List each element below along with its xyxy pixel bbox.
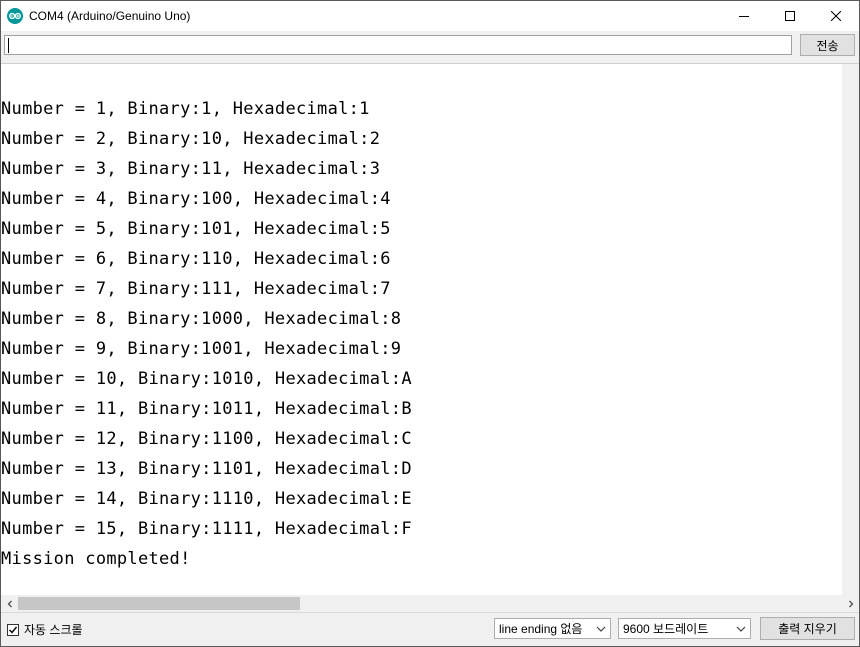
output-line: Number = 15, Binary:1111, Hexadecimal:F [1, 519, 412, 539]
minimize-button[interactable] [721, 1, 767, 31]
output-line: Number = 3, Binary:11, Hexadecimal:3 [1, 159, 381, 179]
output-line: Number = 5, Binary:101, Hexadecimal:5 [1, 219, 391, 239]
text-caret [8, 38, 9, 53]
output-line: Number = 14, Binary:1110, Hexadecimal:E [1, 489, 412, 509]
vertical-scroll-track[interactable] [842, 64, 859, 596]
line-ending-select[interactable]: line ending 없음 [494, 618, 611, 639]
baud-rate-value: 9600 보드레이트 [623, 622, 709, 636]
output-line: Number = 8, Binary:1000, Hexadecimal:8 [1, 309, 402, 329]
clear-output-button[interactable]: 출력 지우기 [760, 617, 855, 640]
close-icon [831, 11, 841, 21]
autoscroll-label: 자동 스크롤 [24, 623, 83, 637]
output-line: Number = 9, Binary:1001, Hexadecimal:9 [1, 339, 402, 359]
chevron-right-icon [848, 600, 853, 607]
output-line: Number = 10, Binary:1010, Hexadecimal:A [1, 369, 412, 389]
autoscroll-toggle[interactable]: 자동 스크롤 [7, 621, 83, 638]
send-row: 전송 [1, 31, 859, 63]
serial-monitor-window: COM4 (Arduino/Genuino Uno) 전송 Number = 1… [0, 0, 860, 647]
output-line: Mission completed! [1, 549, 191, 569]
output-line: Number = 12, Binary:1100, Hexadecimal:C [1, 429, 412, 449]
close-button[interactable] [813, 1, 859, 31]
bottom-toolbar: 자동 스크롤 line ending 없음 9600 보드레이트 출력 지우기 [1, 612, 859, 646]
maximize-icon [785, 11, 795, 21]
chevron-down-icon [596, 626, 606, 632]
title-bar[interactable]: COM4 (Arduino/Genuino Uno) [1, 1, 859, 31]
arduino-logo-icon [7, 8, 23, 24]
checkmark-icon [9, 626, 18, 634]
send-button[interactable]: 전송 [800, 34, 855, 56]
horizontal-scrollbar[interactable] [1, 595, 859, 612]
output-line: Number = 1, Binary:1, Hexadecimal:1 [1, 99, 370, 119]
minimize-icon [739, 16, 749, 17]
output-line: Number = 11, Binary:1011, Hexadecimal:B [1, 399, 412, 419]
scrollbar-thumb[interactable] [18, 597, 300, 610]
serial-output[interactable]: Number = 1, Binary:1, Hexadecimal:1 Numb… [1, 63, 859, 596]
scroll-left-button[interactable] [1, 595, 18, 612]
baud-rate-select[interactable]: 9600 보드레이트 [618, 618, 751, 639]
send-input[interactable] [4, 35, 792, 55]
chevron-left-icon [7, 600, 12, 607]
autoscroll-checkbox[interactable] [7, 623, 19, 636]
output-line: Number = 6, Binary:110, Hexadecimal:6 [1, 249, 391, 269]
maximize-button[interactable] [767, 1, 813, 31]
scroll-right-button[interactable] [842, 595, 859, 612]
output-line: Number = 4, Binary:100, Hexadecimal:4 [1, 189, 391, 209]
output-line: Number = 7, Binary:111, Hexadecimal:7 [1, 279, 391, 299]
output-line: Number = 2, Binary:10, Hexadecimal:2 [1, 129, 381, 149]
window-title: COM4 (Arduino/Genuino Uno) [29, 9, 191, 23]
output-lines: Number = 1, Binary:1, Hexadecimal:1 Numb… [1, 94, 412, 574]
chevron-down-icon [736, 626, 746, 632]
line-ending-value: line ending 없음 [499, 622, 583, 636]
output-line: Number = 13, Binary:1101, Hexadecimal:D [1, 459, 412, 479]
